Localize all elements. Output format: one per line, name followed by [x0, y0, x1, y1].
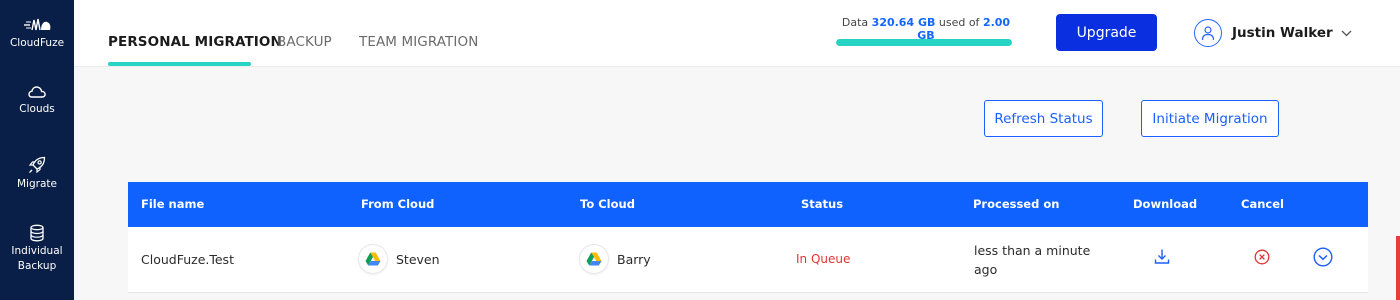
processed-on-cell: less than a minute ago	[974, 241, 1090, 279]
table-header: File name From Cloud To Cloud Status Pro…	[128, 182, 1368, 227]
user-icon	[1201, 26, 1215, 41]
storage-progress-fill	[836, 39, 1012, 46]
sidebar-item-clouds[interactable]: Clouds	[0, 84, 74, 117]
to-cloud-cell: Barry	[580, 245, 651, 273]
file-name-cell: CloudFuze.Test	[141, 252, 234, 267]
header-from-cloud: From Cloud	[361, 197, 435, 211]
header-to-cloud: To Cloud	[580, 197, 635, 211]
sidebar-item-migrate[interactable]: Migrate	[0, 155, 74, 192]
processed-on-line1: less than a minute	[974, 243, 1091, 258]
sidebar-item-label-line2: Backup	[17, 260, 57, 272]
cancel-icon[interactable]	[1254, 249, 1270, 265]
chevron-down-icon	[1341, 30, 1352, 36]
sidebar-item-label: Clouds	[19, 103, 55, 115]
sidebar-item-label-line1: Individual	[11, 245, 63, 257]
scroll-indicator	[1396, 236, 1400, 300]
user-name: Justin Walker	[1232, 25, 1333, 41]
tab-team-migration[interactable]: TEAM MIGRATION	[359, 34, 478, 50]
migration-table: File name From Cloud To Cloud Status Pro…	[128, 182, 1368, 293]
sidebar-item-label: Migrate	[17, 178, 57, 190]
download-icon[interactable]	[1154, 248, 1170, 265]
expand-row-icon[interactable]	[1313, 247, 1333, 267]
initiate-migration-button[interactable]: Initiate Migration	[1141, 100, 1279, 137]
from-cloud-cell: Steven	[359, 245, 440, 273]
refresh-status-button[interactable]: Refresh Status	[984, 100, 1103, 137]
status-badge: In Queue	[796, 252, 851, 266]
database-icon	[30, 224, 44, 242]
sidebar: CloudFuze Clouds Migrate Individual Back…	[0, 0, 74, 300]
header-download: Download	[1133, 197, 1198, 211]
rocket-icon	[28, 156, 46, 174]
header-cancel: Cancel	[1241, 197, 1284, 211]
sidebar-item-individual-backup[interactable]: Individual Backup	[0, 224, 74, 274]
header-processed-on: Processed on	[973, 197, 1060, 211]
storage-middle: used of	[938, 16, 980, 29]
header-status: Status	[801, 197, 844, 211]
cloud-icon	[28, 86, 46, 98]
upgrade-button[interactable]: Upgrade	[1056, 14, 1157, 51]
storage-used: 320.64 GB	[871, 16, 936, 29]
header-file-name: File name	[141, 197, 205, 211]
processed-on-line2: ago	[974, 262, 998, 277]
active-tab-indicator	[108, 62, 251, 66]
avatar	[1194, 19, 1222, 47]
tab-personal-migration[interactable]: PERSONAL MIGRATION	[108, 34, 282, 50]
storage-progress-bar	[836, 39, 1012, 46]
tab-backup[interactable]: BACKUP	[277, 34, 332, 50]
user-menu[interactable]: Justin Walker	[1194, 18, 1352, 48]
brand-logo[interactable]: CloudFuze	[0, 16, 74, 51]
to-cloud-user: Barry	[617, 251, 651, 267]
brand-name: CloudFuze	[9, 37, 65, 49]
cloudfuze-logo-icon	[24, 18, 51, 31]
google-drive-icon	[580, 245, 608, 273]
google-drive-icon	[359, 245, 387, 273]
from-cloud-user: Steven	[396, 251, 440, 267]
top-bar: PERSONAL MIGRATION BACKUP TEAM MIGRATION…	[74, 0, 1400, 67]
storage-prefix: Data	[841, 16, 869, 29]
table-row: CloudFuze.Test Steven Barry In Queue les…	[128, 227, 1368, 293]
